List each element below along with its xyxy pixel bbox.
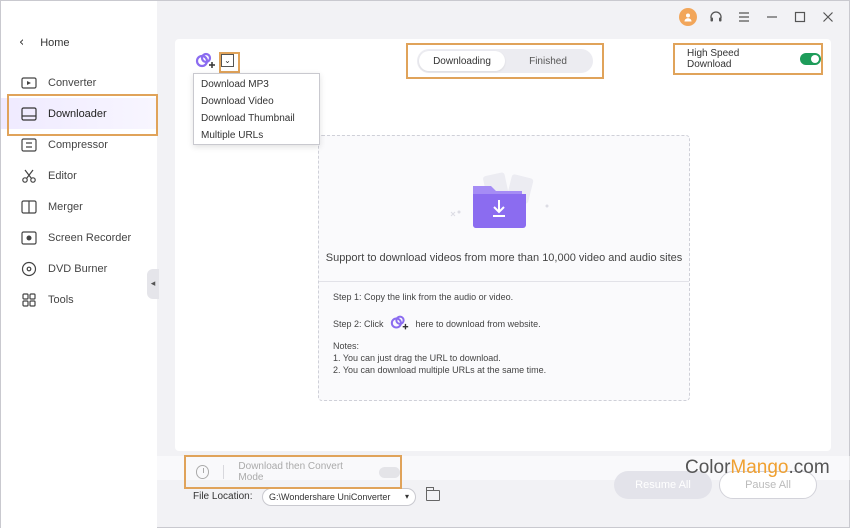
home-link[interactable]: ‹ Home xyxy=(19,35,70,50)
high-speed-download-label: High Speed Download xyxy=(687,48,740,70)
sidebar-item-label: Converter xyxy=(48,76,97,89)
convert-mode-label: Download then Convert Mode xyxy=(238,461,343,483)
download-folder-illustration xyxy=(447,172,557,234)
sidebar-item-label: DVD Burner xyxy=(48,262,108,275)
convert-mode-highlight: Download then Convert Mode xyxy=(184,455,402,489)
sidebar-item-downloader[interactable]: Downloader xyxy=(1,94,158,136)
merger-icon xyxy=(21,199,37,215)
convert-mode-toggle[interactable] xyxy=(378,466,400,478)
app-window: ‹ Home Converter Downloader Compressor E… xyxy=(0,0,850,528)
sidebar-item-label: Editor xyxy=(48,169,77,182)
notes: Notes: 1. You can just drag the URL to d… xyxy=(333,340,546,376)
menu-icon[interactable] xyxy=(735,8,753,26)
divider xyxy=(223,465,225,479)
chevron-down-icon: ▾ xyxy=(404,492,409,501)
downloader-panel: ⌄ Download MP3 Download Video Download T… xyxy=(175,39,831,451)
sidebar-item-label: Screen Recorder xyxy=(48,231,132,244)
step-2-prefix: Step 2: Click xyxy=(333,319,384,329)
sidebar: ‹ Home Converter Downloader Compressor E… xyxy=(1,1,158,528)
sidebar-nav: Converter Downloader Compressor Editor M… xyxy=(1,67,158,315)
status-tabs: Downloading Finished xyxy=(417,49,593,73)
add-url-link-icon[interactable] xyxy=(195,52,217,70)
clock-icon xyxy=(196,465,210,479)
sidebar-item-label: Tools xyxy=(48,293,74,306)
headset-icon[interactable] xyxy=(707,8,725,26)
open-folder-icon[interactable] xyxy=(426,487,440,501)
downloader-icon xyxy=(21,106,37,122)
sidebar-item-converter[interactable]: Converter xyxy=(1,67,157,98)
sidebar-item-compressor[interactable]: Compressor xyxy=(1,129,157,160)
high-speed-download-toggle[interactable] xyxy=(799,53,821,65)
link-icon xyxy=(390,314,410,334)
sidebar-item-tools[interactable]: Tools xyxy=(1,284,157,315)
watermark-part-3: .com xyxy=(788,457,830,478)
user-icon[interactable] xyxy=(679,8,697,26)
maximize-icon[interactable] xyxy=(791,8,809,26)
sidebar-item-label: Compressor xyxy=(48,138,108,151)
sidebar-item-screen-recorder[interactable]: Screen Recorder xyxy=(1,222,157,253)
menu-item-download-video[interactable]: Download Video xyxy=(194,93,319,110)
grid-icon xyxy=(21,292,37,308)
high-speed-download-highlight: High Speed Download xyxy=(673,43,823,75)
sidebar-item-label: Downloader xyxy=(48,107,107,120)
sidebar-collapse-button[interactable]: ◂ xyxy=(147,269,159,299)
watermark: ColorMango.com xyxy=(685,457,830,479)
sidebar-item-label: Merger xyxy=(48,200,83,213)
title-bar xyxy=(679,1,849,33)
note-1: 1. You can just drag the URL to download… xyxy=(333,353,501,363)
step-2-row: Step 2: Click here to download from webs… xyxy=(333,314,541,334)
scissors-icon xyxy=(21,168,37,184)
menu-item-download-mp3[interactable]: Download MP3 xyxy=(194,76,319,93)
step-2-suffix: here to download from website. xyxy=(415,319,541,329)
minimize-icon[interactable] xyxy=(763,8,781,26)
download-options-dropdown-button[interactable]: ⌄ xyxy=(219,52,240,73)
compressor-icon xyxy=(21,137,37,153)
step-1-text: Step 1: Copy the link from the audio or … xyxy=(333,292,514,302)
screen-recorder-icon xyxy=(21,230,37,246)
disc-icon xyxy=(21,261,37,277)
note-2: 2. You can download multiple URLs at the… xyxy=(333,365,547,375)
sidebar-item-merger[interactable]: Merger xyxy=(1,191,157,222)
close-icon[interactable] xyxy=(819,8,837,26)
chevron-left-icon: ‹ xyxy=(19,35,25,50)
support-text: Support to download videos from more tha… xyxy=(325,252,683,264)
tab-downloading[interactable]: Downloading xyxy=(419,51,505,71)
watermark-part-1: Color xyxy=(685,457,731,478)
watermark-part-2: Mango xyxy=(730,457,789,478)
divider xyxy=(319,281,689,282)
file-location-select[interactable]: G:\Wondershare UniConverter ▾ xyxy=(262,488,416,506)
converter-icon xyxy=(21,75,37,91)
tab-finished[interactable]: Finished xyxy=(505,51,591,71)
file-location-label: File Location: xyxy=(193,491,253,502)
sidebar-item-dvd-burner[interactable]: DVD Burner xyxy=(1,253,157,284)
menu-item-download-thumbnail[interactable]: Download Thumbnail xyxy=(194,110,319,127)
menu-item-multiple-urls[interactable]: Multiple URLs xyxy=(194,127,319,144)
file-location-value: G:\Wondershare UniConverter xyxy=(269,492,391,502)
chevron-down-icon: ⌄ xyxy=(224,56,231,65)
home-label: Home xyxy=(40,36,70,49)
url-drop-area[interactable]: Support to download videos from more tha… xyxy=(318,135,690,401)
status-tabs-highlight: Downloading Finished xyxy=(406,43,604,79)
sidebar-item-editor[interactable]: Editor xyxy=(1,160,157,191)
notes-title: Notes: xyxy=(333,341,360,351)
download-options-menu: Download MP3 Download Video Download Thu… xyxy=(193,73,320,145)
